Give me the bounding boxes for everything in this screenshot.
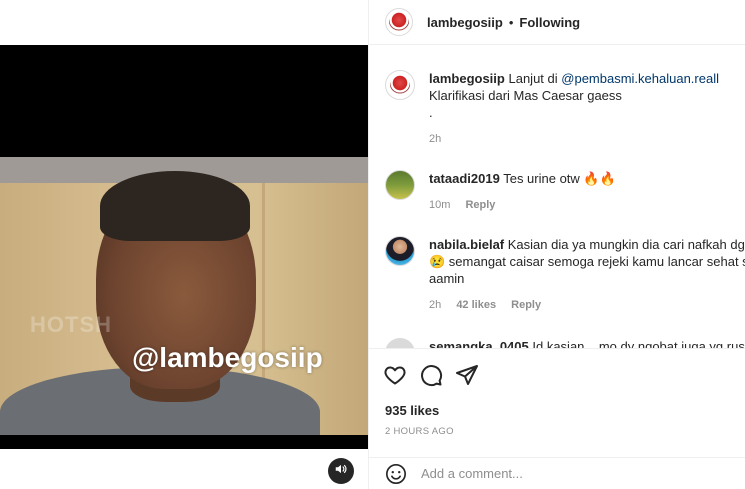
comment-item: semangka_0405 Id kasian... mo dy ngobat …	[385, 338, 745, 348]
share-icon[interactable]	[455, 363, 479, 387]
comment-username[interactable]: nabila.bielaf	[429, 237, 504, 252]
comment-likes[interactable]: 42 likes	[456, 299, 496, 311]
emoji-icon[interactable]	[385, 463, 407, 485]
comment-icon[interactable]	[419, 363, 443, 387]
likes-count[interactable]: 935 likes	[385, 403, 439, 418]
comment-username[interactable]: semangka_0405	[429, 339, 529, 348]
speaker-icon	[334, 462, 348, 481]
author-avatar[interactable]	[385, 8, 413, 36]
commenter-avatar[interactable]	[385, 236, 415, 266]
comment-composer	[369, 457, 745, 489]
caption-line2: Klarifikasi dari Mas Caesar gaess	[429, 88, 622, 103]
post-side-panel: lambegosiip • Following lambegosiip Lanj…	[368, 0, 745, 489]
video-watermark-faint: HOTSH	[30, 312, 112, 337]
comment-username[interactable]: tataadi2019	[429, 171, 500, 186]
follow-button[interactable]: Following	[519, 15, 580, 30]
video-frame-image: HOTSH @lambegosiip	[0, 157, 368, 435]
caption-avatar[interactable]	[385, 70, 415, 100]
comment-text: Id kasian... mo dy ngobat juga yg rusak	[532, 339, 745, 348]
caption-line3: .	[429, 105, 433, 120]
media-pane: HOTSH @lambegosiip	[0, 0, 368, 489]
post-actions: 935 likes 2 HOURS AGO	[369, 348, 745, 448]
comment-time[interactable]: 2h	[429, 299, 441, 311]
mute-button[interactable]	[328, 458, 354, 484]
comment-item: tataadi2019 Tes urine otw 🔥🔥 10m Reply	[385, 170, 745, 214]
caption-time[interactable]: 2h	[429, 133, 441, 145]
comment-text: Kasian dia ya mungkin dia cari nafkah dg…	[507, 237, 745, 252]
video-watermark: @lambegosiip	[132, 342, 323, 373]
comment-item: nabila.bielaf Kasian dia ya mungkin dia …	[385, 236, 745, 314]
comments-list[interactable]: lambegosiip Lanjut di @pembasmi.kehaluan…	[369, 46, 745, 348]
caption-text: Lanjut di	[508, 71, 558, 86]
header-separator: •	[508, 14, 514, 30]
caption-username[interactable]: lambegosiip	[429, 71, 505, 86]
post-timestamp[interactable]: 2 HOURS AGO	[385, 426, 454, 437]
comment-text-line2: 😢 semangat caisar semoga rejeki kamu lan…	[429, 254, 745, 269]
author-username[interactable]: lambegosiip	[427, 15, 503, 30]
comment-time[interactable]: 10m	[429, 199, 450, 211]
comment-text: Tes urine otw 🔥🔥	[503, 171, 616, 186]
commenter-avatar[interactable]	[385, 170, 415, 200]
video-player[interactable]: HOTSH @lambegosiip	[0, 45, 368, 449]
comment-input[interactable]	[421, 466, 721, 481]
caption-mention[interactable]: @pembasmi.kehaluan.reall	[561, 71, 719, 86]
post-header: lambegosiip • Following	[369, 0, 745, 45]
caption: lambegosiip Lanjut di @pembasmi.kehaluan…	[385, 70, 745, 148]
heart-icon[interactable]	[383, 363, 407, 387]
comment-text-line3: aamin	[429, 271, 465, 286]
commenter-avatar[interactable]	[385, 338, 415, 348]
reply-button[interactable]: Reply	[465, 199, 495, 211]
reply-button[interactable]: Reply	[511, 299, 541, 311]
